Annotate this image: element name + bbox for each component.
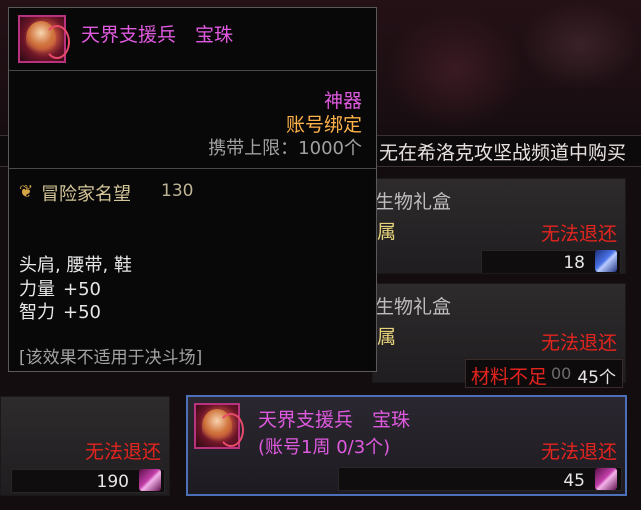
tooltip-fame-label: 冒险家名望 — [41, 184, 131, 205]
tooltip-bind-type: 账号绑定 — [285, 114, 362, 136]
no-refund-label: 无法退还 — [84, 441, 161, 463]
item-price: 18 — [563, 253, 585, 273]
no-refund-label: 无法退还 — [540, 441, 617, 463]
celestial-soldier-orb-icon — [194, 403, 244, 449]
material-amount: 45个 — [577, 368, 616, 388]
tooltip-carry-limit: 携带上限：1000个 — [208, 138, 362, 159]
item-price: 190 — [96, 472, 129, 492]
item-name: 天界支援兵 宝珠 — [258, 409, 411, 431]
divider — [9, 70, 376, 71]
shop-item-card-selected[interactable]: 天界支援兵 宝珠 (账号1周 0/3个) 无法退还 45 — [186, 395, 627, 496]
shop-item-card[interactable]: 无法退还 190 — [0, 396, 170, 496]
tooltip-note: [该效果不适用于决斗场] — [19, 348, 203, 368]
item-price: 45 — [563, 471, 585, 491]
material-count-ghost: 00 — [551, 364, 572, 383]
stat-value: +50 — [63, 302, 101, 323]
item-name: 生物礼盒 — [375, 191, 452, 213]
item-sub-label: 属 — [377, 221, 397, 243]
no-refund-label: 无法退还 — [540, 332, 617, 354]
background-art-glow — [385, 10, 525, 130]
stat-name: 力量 — [19, 279, 55, 300]
tooltip-fame-value: 130 — [161, 181, 194, 201]
stat-name: 智力 — [19, 302, 55, 323]
notice-text: 无在希洛克攻坚战频道中购买 — [379, 142, 627, 164]
no-refund-label: 无法退还 — [540, 223, 617, 245]
item-name: 生物礼盒 — [375, 296, 452, 318]
item-tooltip: 天界支援兵 宝珠 神器 账号绑定 携带上限：1000个 ❦ 冒险家名望 130 … — [8, 7, 377, 372]
tooltip-equip-slots: 头肩, 腰带, 鞋 — [19, 255, 132, 276]
item-sub-label: 属 — [377, 326, 397, 348]
material-shortage-label: 材料不足 — [471, 366, 548, 388]
divider — [9, 168, 376, 169]
background-art-glow — [520, 0, 640, 90]
fame-icon: ❦ — [19, 182, 34, 202]
item-purchase-limit: (账号1周 0/3个) — [258, 437, 391, 458]
tooltip-rarity: 神器 — [323, 90, 362, 112]
tooltip-stat-intelligence: 智力 +50 — [19, 298, 101, 324]
pink-crystal-icon — [595, 468, 617, 490]
tooltip-title: 天界支援兵 宝珠 — [81, 24, 234, 46]
shop-item-card[interactable]: 生物礼盒 属 无法退还 18 — [372, 178, 626, 274]
pink-crystal-icon — [139, 469, 161, 491]
celestial-soldier-orb-icon — [18, 15, 70, 63]
material-shortage-box: 材料不足 00 45个 — [465, 359, 623, 388]
blue-crystal-icon — [595, 250, 617, 272]
stat-value: +50 — [63, 279, 101, 300]
